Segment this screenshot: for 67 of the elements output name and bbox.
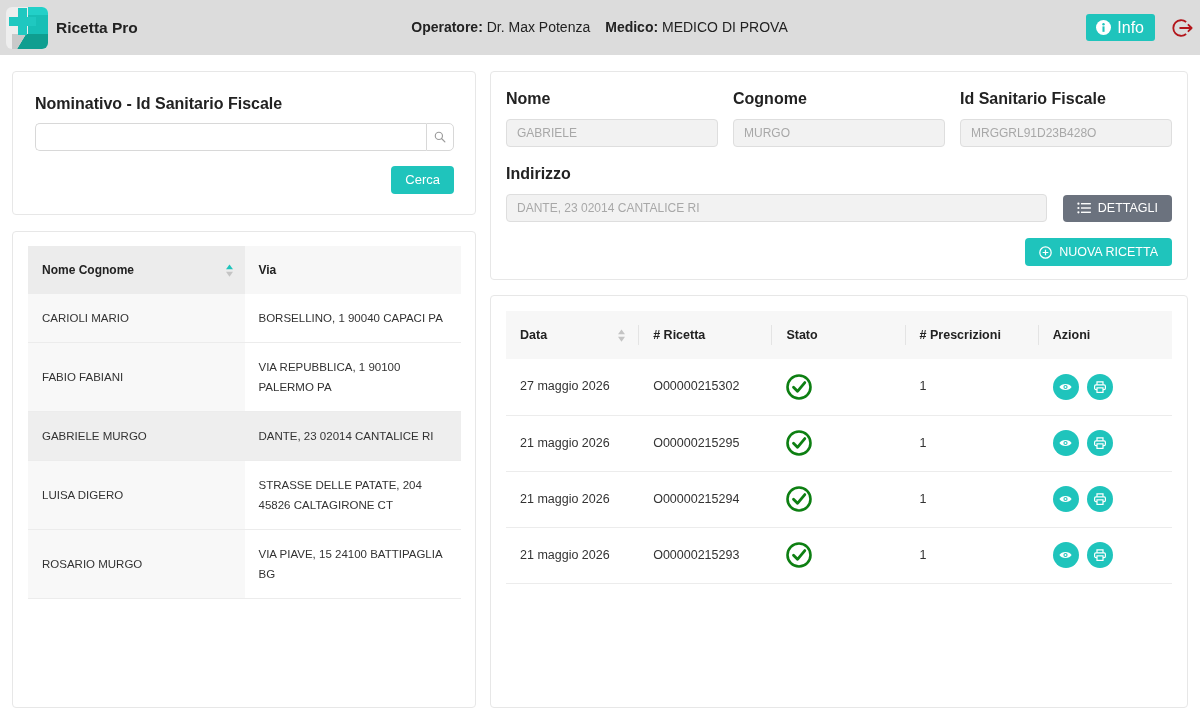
column-header[interactable]: Nome Cognome — [28, 246, 245, 294]
view-button[interactable] — [1052, 486, 1079, 512]
plus-logo-icon — [6, 6, 48, 49]
table-row[interactable]: FABIO FABIANI VIA REPUBBLICA, 1 90100 PALERMO PA — [28, 342, 461, 412]
operator-text: Operatore: Dr. Max Potenza — [411, 18, 591, 37]
panel-title: Nominativo - Id Sanitario Fiscale — [35, 94, 284, 114]
table-cell: CARIOLI MARIO — [28, 294, 245, 343]
view-button[interactable] — [1052, 430, 1079, 456]
view-button[interactable] — [1052, 373, 1079, 400]
table-cell: STRASSE DELLE PATATE, 204 45826 CALTAGIRONE CT — [244, 460, 461, 530]
table-cell: 1 — [905, 471, 1039, 527]
eye-icon — [1059, 438, 1073, 448]
printer-icon — [1093, 437, 1106, 449]
view-button[interactable] — [1052, 542, 1079, 568]
table-cell: O00000215294 — [639, 471, 773, 527]
eye-icon — [1059, 494, 1073, 504]
table-cell: ROSARIO MURGO — [28, 529, 245, 599]
field-label: Indirizzo — [506, 164, 572, 184]
table-cell: 21 maggio 2026 — [506, 471, 640, 527]
print-button[interactable] — [1086, 486, 1113, 512]
table-cell: GABRIELE MURGO — [28, 411, 245, 461]
column-header: Azioni — [1038, 311, 1172, 359]
table-cell: 1 — [905, 415, 1039, 471]
table-row[interactable]: GABRIELE MURGO DANTE, 23 02014 CANTALICE RI — [28, 411, 461, 461]
column-header: # Prescrizioni — [905, 311, 1039, 359]
column-header: Via — [244, 246, 461, 294]
table-cell: FABIO FABIANI — [28, 342, 245, 412]
table-cell: O00000215293 — [639, 527, 773, 583]
logout-icon[interactable] — [1171, 16, 1193, 39]
print-button[interactable] — [1086, 430, 1113, 456]
info-icon — [1096, 20, 1112, 35]
plus-circle-icon — [1039, 245, 1053, 259]
table-cell: VIA PIAVE, 15 24100 BATTIPAGLIA BG — [244, 529, 461, 599]
printer-icon — [1093, 493, 1106, 505]
details-button[interactable]: DETTAGLI — [1062, 194, 1172, 222]
printer-icon — [1093, 549, 1106, 561]
table-row[interactable]: ROSARIO MURGO VIA PIAVE, 15 24100 BATTIPAGLIA BG — [28, 529, 461, 599]
table-cell: VIA REPUBBLICA, 1 90100 PALERMO PA — [244, 342, 461, 412]
list-icon — [1076, 202, 1091, 214]
app-title: Ricetta Pro — [56, 17, 138, 38]
printer-icon — [1093, 380, 1106, 393]
search-icon — [434, 131, 446, 143]
table-cell: O00000215295 — [639, 415, 773, 471]
table-cell: 21 maggio 2026 — [506, 415, 640, 471]
field-label: Id Sanitario Fiscale — [960, 89, 1107, 109]
eye-icon — [1059, 550, 1073, 560]
table-cell: BORSELLINO, 1 90040 CAPACI PA — [244, 294, 461, 343]
field-label: Cognome — [733, 89, 808, 109]
table-row[interactable]: CARIOLI MARIO BORSELLINO, 1 90040 CAPACI PA — [28, 294, 461, 343]
field-label: Nome — [506, 89, 552, 109]
search-field[interactable] — [35, 123, 426, 151]
column-header: # Ricetta — [639, 311, 773, 359]
search-button[interactable] — [426, 123, 454, 151]
eye-icon — [1059, 381, 1073, 392]
column-header[interactable]: Data — [506, 311, 640, 359]
table-cell: 27 maggio 2026 — [506, 359, 640, 415]
column-header: Stato — [772, 311, 906, 359]
table-cell: 1 — [905, 527, 1039, 583]
table-cell: 21 maggio 2026 — [506, 527, 640, 583]
table-cell: DANTE, 23 02014 CANTALICE RI — [244, 411, 461, 461]
doctor-text: Medico: MEDICO DI PROVA — [605, 18, 788, 37]
table-cell: LUISA DIGERO — [28, 460, 245, 530]
print-button[interactable] — [1086, 373, 1113, 400]
table-row[interactable]: LUISA DIGERO STRASSE DELLE PATATE, 204 45826 CALTAGIRONE CT — [28, 460, 461, 530]
print-button[interactable] — [1086, 542, 1113, 568]
table-cell: O00000215302 — [639, 359, 773, 415]
table-cell: 1 — [905, 359, 1039, 415]
